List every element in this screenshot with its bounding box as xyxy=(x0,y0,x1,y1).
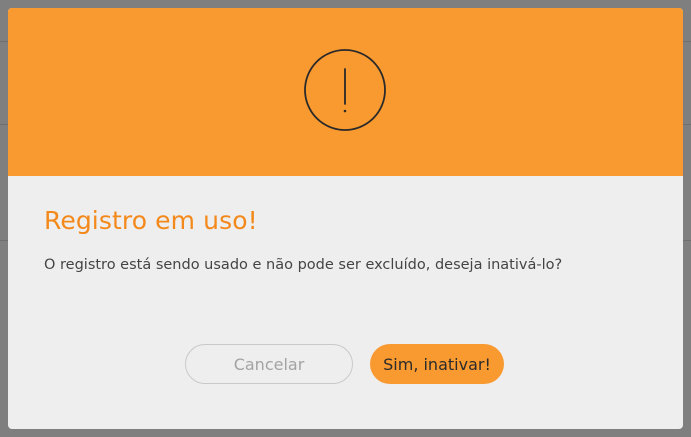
dialog-header xyxy=(8,8,683,176)
confirm-dialog: Registro em uso! O registro está sendo u… xyxy=(8,8,683,429)
dialog-actions: Cancelar Sim, inativar! xyxy=(185,344,504,384)
screen: { "dialog": { "icon": "exclamation-circl… xyxy=(0,0,691,437)
cancel-button[interactable]: Cancelar xyxy=(185,344,353,384)
dialog-body: Registro em uso! O registro está sendo u… xyxy=(8,176,683,273)
confirm-inactivate-button[interactable]: Sim, inativar! xyxy=(370,344,504,384)
exclamation-circle-icon xyxy=(304,49,386,131)
dialog-title: Registro em uso! xyxy=(44,206,258,235)
dialog-message: O registro está sendo usado e não pode s… xyxy=(44,257,563,273)
